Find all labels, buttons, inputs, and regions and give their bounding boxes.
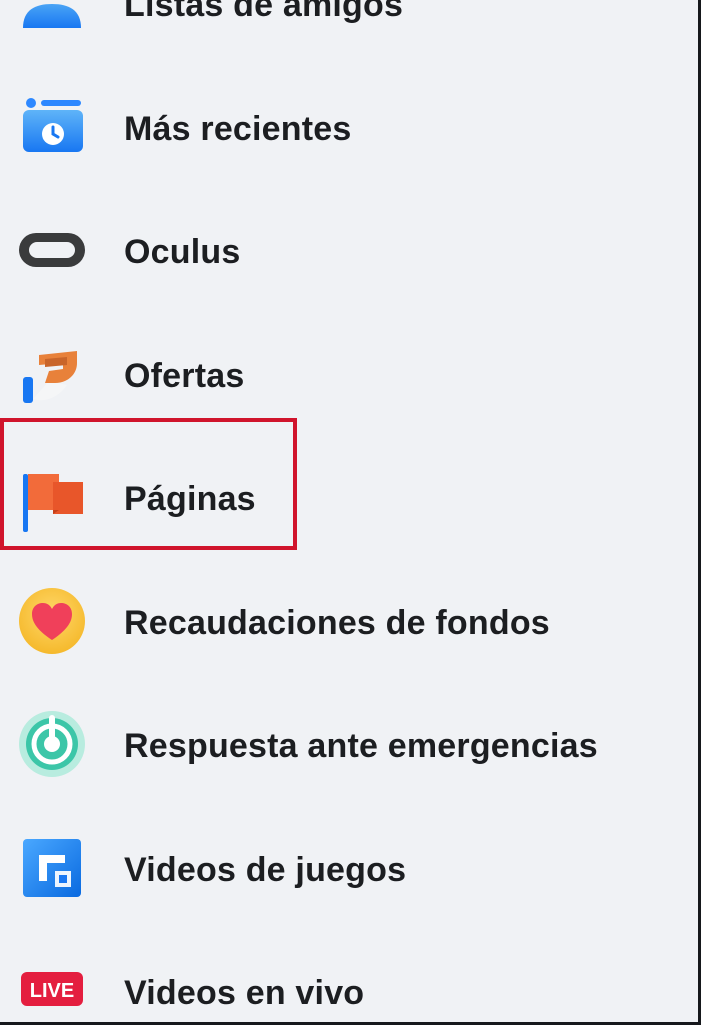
- menu-item-crisis-response[interactable]: Respuesta ante emergencias: [0, 683, 698, 807]
- menu-item-label: Oculus: [124, 233, 241, 271]
- menu-item-label: Ofertas: [124, 356, 245, 395]
- menu-item-gaming-videos[interactable]: Videos de juegos: [0, 807, 698, 931]
- menu-item-oculus[interactable]: Oculus: [0, 189, 698, 313]
- live-video-icon: LIVE: [15, 954, 89, 1022]
- menu-item-label: Respuesta ante emergencias: [124, 727, 598, 765]
- live-badge-text: LIVE: [30, 980, 74, 1002]
- menu-item-fundraisers[interactable]: Recaudaciones de fondos: [0, 560, 698, 684]
- pages-flag-icon: [15, 460, 89, 534]
- menu-item-offers[interactable]: Ofertas: [0, 313, 698, 437]
- navigation-menu-panel: Listas de amigos Más recientes Oculus Of…: [0, 0, 701, 1025]
- crisis-response-icon: [15, 707, 89, 781]
- menu-item-label: Videos en vivo: [124, 974, 365, 1012]
- gaming-video-icon: [15, 831, 89, 905]
- oculus-icon: [15, 213, 89, 287]
- menu-item-friend-lists[interactable]: Listas de amigos: [0, 0, 698, 66]
- menu-item-label: Recaudaciones de fondos: [124, 603, 550, 642]
- menu-item-most-recent[interactable]: Más recientes: [0, 66, 698, 190]
- fundraisers-icon: [15, 584, 89, 658]
- friend-lists-icon: [15, 0, 89, 40]
- menu-item-label: Páginas: [124, 480, 256, 518]
- most-recent-icon: [15, 90, 89, 164]
- menu-item-label: Listas de amigos: [124, 0, 404, 24]
- menu-item-label: Videos de juegos: [124, 850, 407, 889]
- offers-icon: [15, 337, 89, 411]
- shortcut-list: Listas de amigos Más recientes Oculus Of…: [0, 0, 698, 1022]
- menu-item-pages[interactable]: Páginas: [0, 436, 698, 560]
- menu-item-label: Más recientes: [124, 109, 352, 148]
- menu-item-live-videos[interactable]: LIVE Videos en vivo: [0, 930, 698, 1022]
